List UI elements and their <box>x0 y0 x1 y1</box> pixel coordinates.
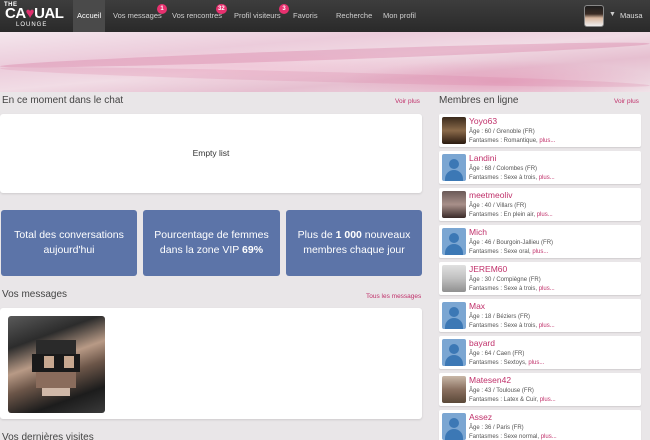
member-fantasmes: Fantasmes : Sexe à trois, plus... <box>469 286 555 292</box>
member-name[interactable]: JEREM60 <box>469 264 507 274</box>
rencontres-badge: 32 <box>216 4 227 14</box>
stat-vip-text: Pourcentage de femmes dans la zone VIP 6… <box>154 229 269 256</box>
member-fantasmes: Fantasmes : Romantique, plus... <box>469 138 556 144</box>
member-card[interactable]: Matesen42 Âge : 43 / Toulouse (FR) Fanta… <box>439 373 641 406</box>
member-plus-link[interactable]: plus... <box>541 434 557 440</box>
member-plus-link[interactable]: plus... <box>539 323 555 329</box>
user-name[interactable]: Mausa <box>620 11 643 20</box>
member-name[interactable]: Max <box>469 301 485 311</box>
messages-badge: 1 <box>157 4 167 14</box>
nav-profil[interactable]: Mon profil <box>383 0 416 32</box>
nav-recherche[interactable]: Recherche <box>336 0 372 32</box>
member-card[interactable]: meetmeoliv Âge : 40 / Villars (FR) Fanta… <box>439 188 641 221</box>
chat-list-card: Empty list <box>0 114 422 193</box>
member-fantasmes: Fantasmes : Sexe normal, plus... <box>469 434 557 440</box>
header-banner <box>0 32 650 92</box>
member-info: Âge : 68 / Colombes (FR) <box>469 166 538 172</box>
member-info: Âge : 36 / Paris (FR) <box>469 425 524 431</box>
member-card[interactable]: Mich Âge : 46 / Bourgoin-Jallieu (FR) Fa… <box>439 225 641 258</box>
all-messages-link[interactable]: Tous les messages <box>366 293 421 300</box>
member-info: Âge : 18 / Béziers (FR) <box>469 314 531 320</box>
members-voir-plus-link[interactable]: Voir plus <box>614 98 639 105</box>
member-name[interactable]: Yoyo63 <box>469 116 497 126</box>
logo-casual: CA♥UAL <box>5 5 64 22</box>
member-plus-link[interactable]: plus... <box>528 360 544 366</box>
stat-box-vip: Pourcentage de femmes dans la zone VIP 6… <box>143 210 280 276</box>
member-info: Âge : 30 / Compiègne (FR) <box>469 277 541 283</box>
member-fantasmes: Fantasmes : Sexe à trois, plus... <box>469 175 555 181</box>
stat-conversations-text: Total des conversations aujourd'hui <box>14 229 124 256</box>
visits-title: Vos dernières visites <box>2 432 94 440</box>
member-info: Âge : 40 / Villars (FR) <box>469 203 527 209</box>
member-name[interactable]: Landini <box>469 153 496 163</box>
member-photo[interactable] <box>442 376 466 403</box>
stat-box-members: Plus de 1 000 nouveaux membres chaque jo… <box>286 210 422 276</box>
member-plus-link[interactable]: plus... <box>539 286 555 292</box>
default-avatar-icon[interactable] <box>442 228 466 255</box>
member-card[interactable]: Yoyo63 Âge : 60 / Grenoble (FR) Fantasme… <box>439 114 641 147</box>
nav-visiteurs[interactable]: Profil visiteurs <box>234 0 281 32</box>
visiteurs-badge: 3 <box>279 4 289 14</box>
member-name[interactable]: meetmeoliv <box>469 190 512 200</box>
member-info: Âge : 64 / Caen (FR) <box>469 351 525 357</box>
member-info: Âge : 46 / Bourgoin-Jallieu (FR) <box>469 240 554 246</box>
nav-favoris[interactable]: Favoris <box>293 0 318 32</box>
member-card[interactable]: Landini Âge : 68 / Colombes (FR) Fantasm… <box>439 151 641 184</box>
member-card[interactable]: bayard Âge : 64 / Caen (FR) Fantasmes : … <box>439 336 641 369</box>
member-card[interactable]: Assez Âge : 36 / Paris (FR) Fantasmes : … <box>439 410 641 440</box>
member-plus-link[interactable]: plus... <box>540 397 556 403</box>
logo-lounge: LOUNGE <box>16 22 48 28</box>
default-avatar-icon[interactable] <box>442 413 466 440</box>
member-info: Âge : 60 / Grenoble (FR) <box>469 129 535 135</box>
member-name[interactable]: Assez <box>469 412 492 422</box>
member-photo[interactable] <box>442 117 466 144</box>
chat-title: En ce moment dans le chat <box>2 95 124 106</box>
member-card[interactable]: JEREM60 Âge : 30 / Compiègne (FR) Fantas… <box>439 262 641 295</box>
member-plus-link[interactable]: plus... <box>532 249 548 255</box>
member-fantasmes: Fantasmes : Sextoys, plus... <box>469 360 545 366</box>
top-navbar: THE CA♥UAL LOUNGE Accueil Vos messages 1… <box>0 0 650 32</box>
member-name[interactable]: Mich <box>469 227 487 237</box>
member-photo[interactable] <box>442 191 466 218</box>
chat-voir-plus-link[interactable]: Voir plus <box>395 98 420 105</box>
member-fantasmes: Fantasmes : Sexe oral, plus... <box>469 249 549 255</box>
member-name[interactable]: bayard <box>469 338 495 348</box>
member-fantasmes: Fantasmes : Sexe à trois, plus... <box>469 323 555 329</box>
members-title: Membres en ligne <box>439 95 519 106</box>
user-avatar[interactable] <box>584 5 604 27</box>
default-avatar-icon[interactable] <box>442 302 466 329</box>
member-fantasmes: Fantasmes : Latex & Cuir, plus... <box>469 397 556 403</box>
member-plus-link[interactable]: plus... <box>539 138 555 144</box>
chevron-down-icon[interactable]: ▼ <box>609 11 616 18</box>
messages-title: Vos messages <box>2 289 68 300</box>
empty-list-text: Empty list <box>192 148 230 158</box>
nav-messages[interactable]: Vos messages <box>113 0 162 32</box>
stat-members-text: Plus de 1 000 nouveaux membres chaque jo… <box>297 229 411 256</box>
member-plus-link[interactable]: plus... <box>537 212 553 218</box>
stat-box-conversations: Total des conversations aujourd'hui <box>1 210 137 276</box>
member-info: Âge : 43 / Toulouse (FR) <box>469 388 534 394</box>
member-name[interactable]: Matesen42 <box>469 375 511 385</box>
default-avatar-icon[interactable] <box>442 154 466 181</box>
nav-accueil[interactable]: Accueil <box>73 0 106 32</box>
member-plus-link[interactable]: plus... <box>539 175 555 181</box>
default-avatar-icon[interactable] <box>442 339 466 366</box>
site-logo[interactable]: THE CA♥UAL LOUNGE <box>4 2 64 30</box>
member-fantasmes: Fantasmes : En plein air, plus... <box>469 212 553 218</box>
message-sender-photo[interactable] <box>8 316 105 413</box>
nav-rencontres[interactable]: Vos rencontres <box>172 0 222 32</box>
member-card[interactable]: Max Âge : 18 / Béziers (FR) Fantasmes : … <box>439 299 641 332</box>
member-photo[interactable] <box>442 265 466 292</box>
